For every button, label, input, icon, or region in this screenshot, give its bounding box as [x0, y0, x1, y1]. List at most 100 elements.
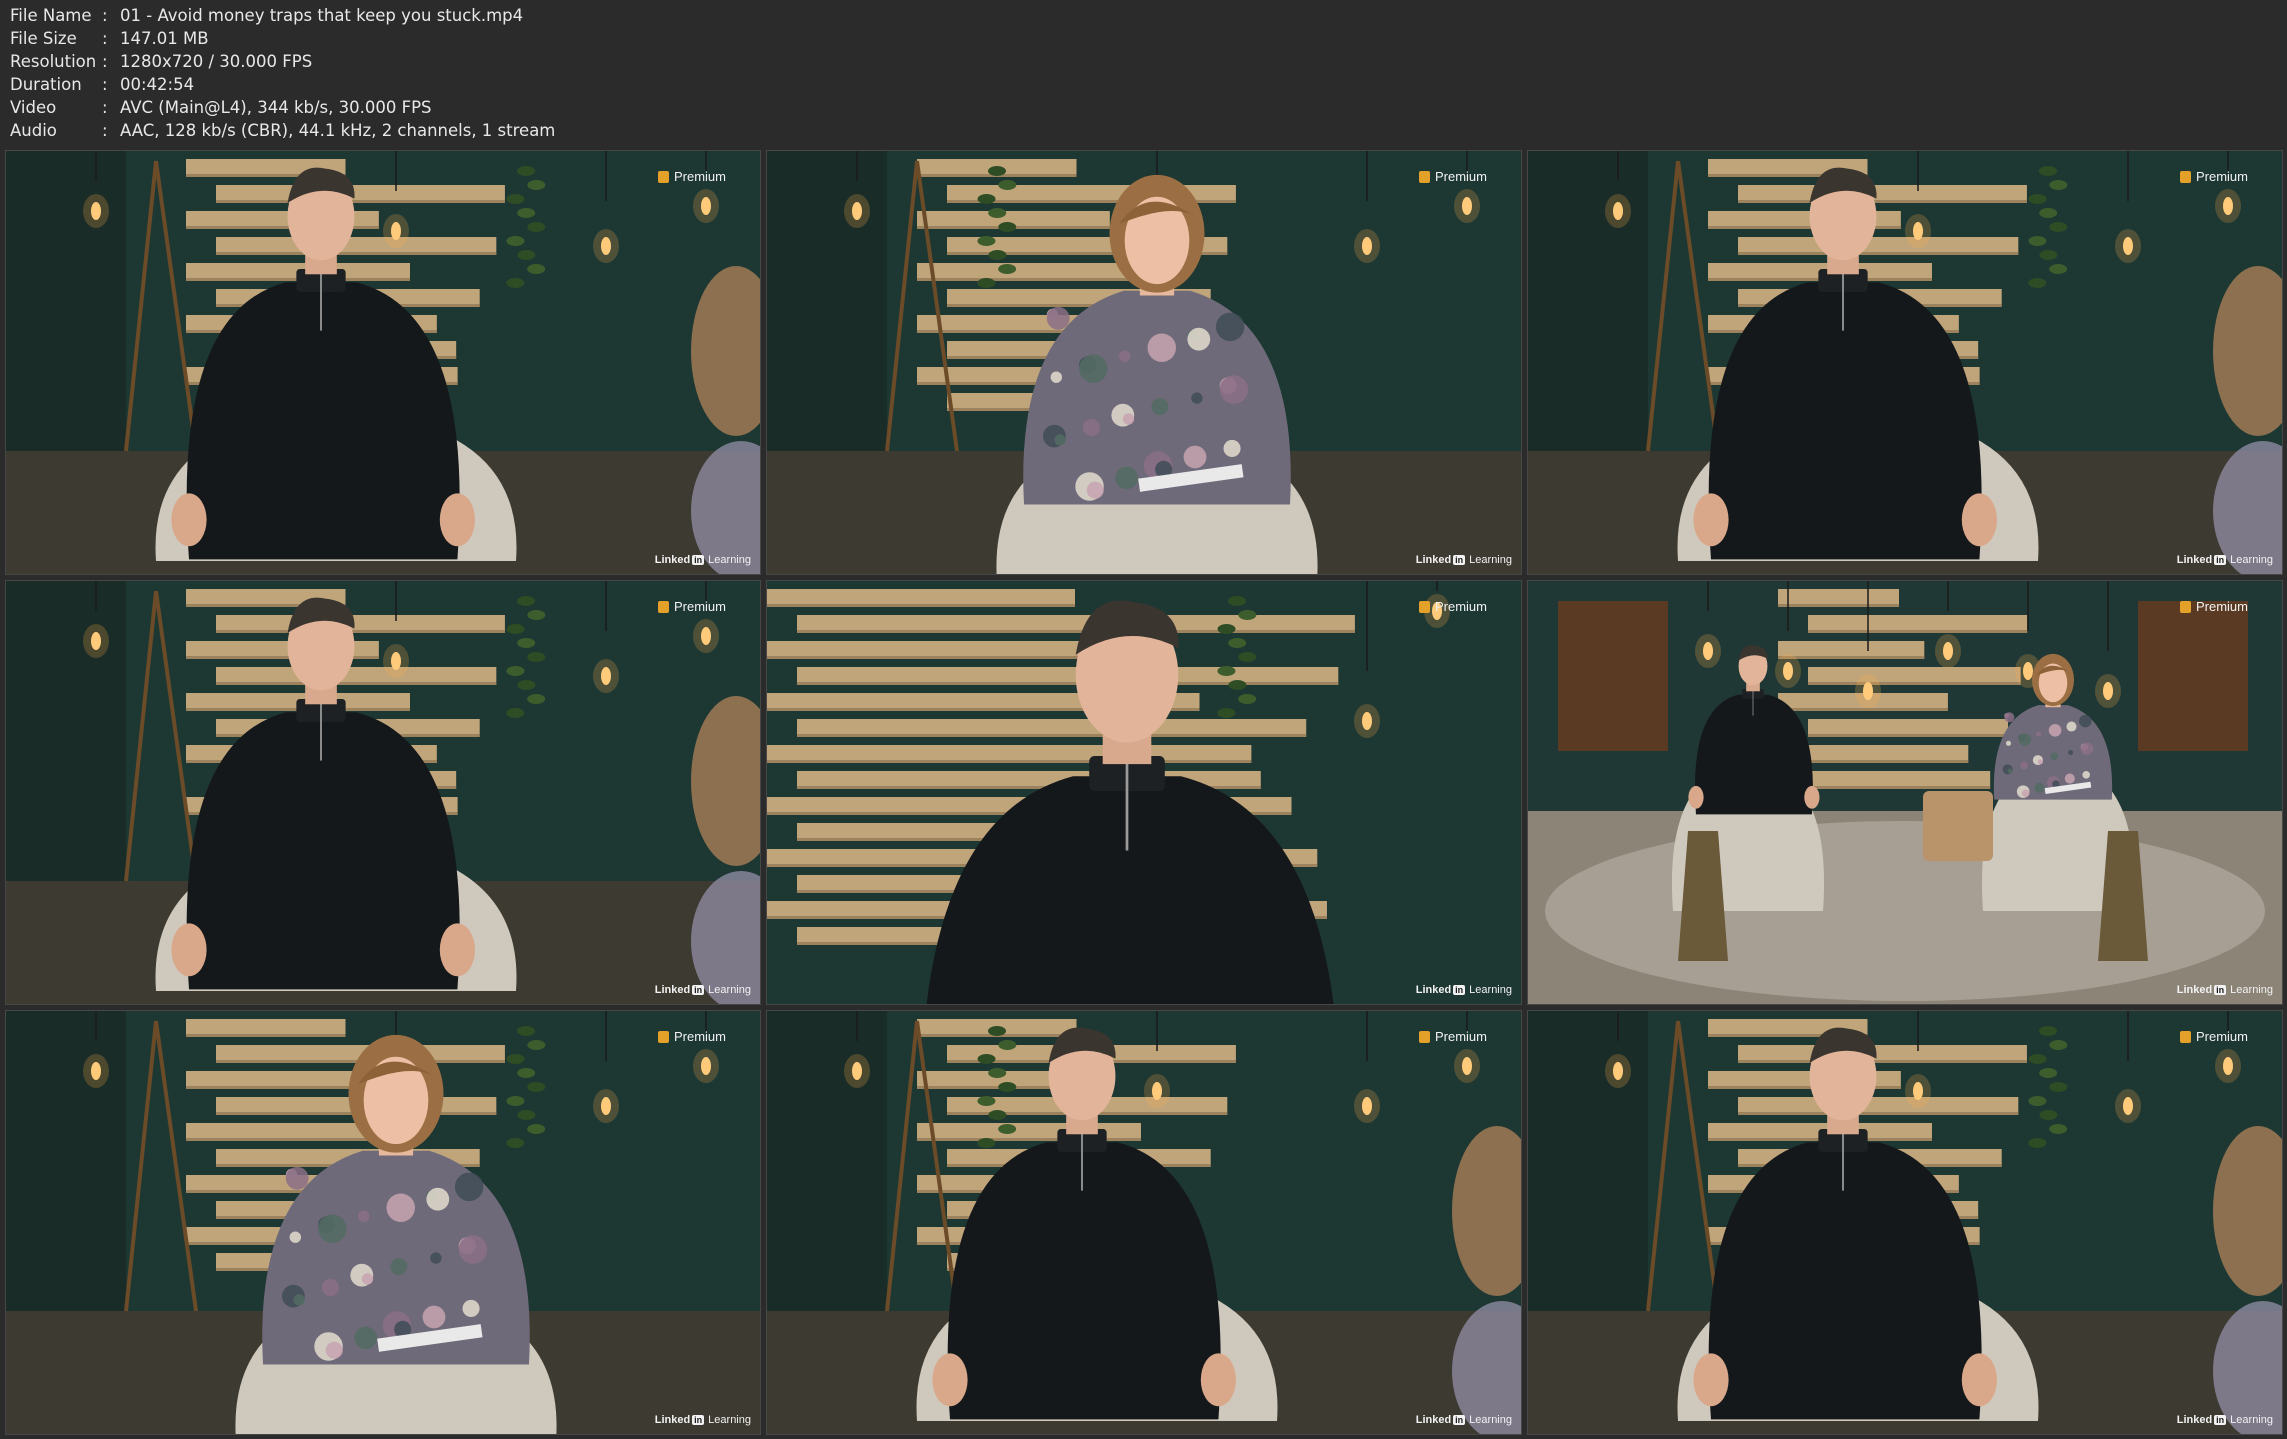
premium-badge-label: Premium: [1434, 1029, 1487, 1044]
premium-badge-label: Premium: [2195, 1029, 2248, 1044]
linkedin-logo-icon: in: [692, 555, 705, 565]
video-frame-thumbnail: Premium Linked in Learning: [1527, 580, 2283, 1005]
info-row-file-name: File Name : 01 - Avoid money traps that …: [10, 4, 910, 27]
info-separator: :: [102, 6, 108, 25]
info-row-file-size: File Size : 147.01 MB: [10, 27, 910, 50]
premium-badge: Premium: [1418, 599, 1487, 614]
info-label: File Name: [10, 6, 92, 25]
frame-image-wide-two-shot: [1528, 581, 2282, 1004]
frame-image-woman-medium-shot: [767, 151, 1521, 574]
brand-word-linked: Linked: [654, 554, 691, 566]
info-value: AAC, 128 kb/s (CBR), 44.1 kHz, 2 channel…: [120, 121, 556, 140]
info-value: 01 - Avoid money traps that keep you stu…: [120, 6, 524, 25]
premium-badge-label: Premium: [673, 169, 726, 184]
premium-badge: Premium: [1418, 169, 1487, 184]
brand-word-linked: Linked: [1415, 554, 1452, 566]
info-value: 1280x720 / 30.000 FPS: [120, 52, 313, 71]
linkedin-logo-icon: in: [1453, 985, 1466, 995]
frame-image-man-medium-shot: [6, 151, 760, 574]
premium-badge: Premium: [1418, 1029, 1487, 1044]
brand-word-learning: Learning: [708, 984, 751, 996]
frame-image-man-medium-shot: [767, 1011, 1521, 1434]
info-row-video: Video : AVC (Main@L4), 344 kb/s, 30.000 …: [10, 96, 910, 119]
premium-icon: [657, 170, 669, 183]
premium-icon: [2179, 600, 2191, 613]
linkedin-logo-icon: in: [1453, 1415, 1466, 1425]
premium-badge-label: Premium: [673, 1029, 726, 1044]
linkedin-learning-watermark: Linked in Learning: [2177, 554, 2273, 566]
linkedin-learning-watermark: Linked in Learning: [2177, 1414, 2273, 1426]
brand-word-learning: Learning: [2230, 984, 2273, 996]
info-value: 147.01 MB: [120, 29, 209, 48]
brand-word-learning: Learning: [1469, 1414, 1512, 1426]
linkedin-learning-watermark: Linked in Learning: [1416, 984, 1512, 996]
linkedin-logo-icon: in: [1453, 555, 1466, 565]
info-separator: :: [102, 52, 108, 71]
premium-icon: [657, 600, 669, 613]
linkedin-learning-watermark: Linked in Learning: [655, 554, 751, 566]
info-separator: :: [102, 75, 108, 94]
video-frame-thumbnail: Premium Linked in Learning: [766, 1010, 1522, 1435]
brand-word-linked: Linked: [2176, 984, 2213, 996]
info-label: Resolution: [10, 52, 97, 71]
file-info-panel: File Name : 01 - Avoid money traps that …: [10, 4, 910, 146]
brand-word-linked: Linked: [2176, 1414, 2213, 1426]
premium-badge-label: Premium: [2195, 599, 2248, 614]
video-frame-thumbnail: Premium Linked in Learning: [5, 150, 761, 575]
info-separator: :: [102, 98, 108, 117]
thumbnail-grid: Premium Linked in Learning Premium Linked in Le…: [5, 150, 2283, 1435]
video-frame-thumbnail: Premium Linked in Learning: [1527, 1010, 2283, 1435]
info-row-duration: Duration : 00:42:54: [10, 73, 910, 96]
video-frame-thumbnail: Premium Linked in Learning: [5, 1010, 761, 1435]
frame-image-man-medium-shot: [1528, 1011, 2282, 1434]
premium-badge-label: Premium: [2195, 169, 2248, 184]
frame-image-man-medium-shot: [6, 581, 760, 1004]
premium-icon: [1418, 170, 1430, 183]
premium-badge: Premium: [657, 169, 726, 184]
video-frame-thumbnail: Premium Linked in Learning: [1527, 150, 2283, 575]
info-label: Duration: [10, 75, 82, 94]
brand-word-learning: Learning: [708, 554, 751, 566]
premium-badge-label: Premium: [673, 599, 726, 614]
premium-badge: Premium: [657, 599, 726, 614]
premium-icon: [2179, 170, 2191, 183]
linkedin-logo-icon: in: [692, 985, 705, 995]
linkedin-logo-icon: in: [2214, 1415, 2227, 1425]
linkedin-learning-watermark: Linked in Learning: [1416, 554, 1512, 566]
premium-badge: Premium: [2179, 169, 2248, 184]
brand-word-learning: Learning: [2230, 1414, 2273, 1426]
linkedin-learning-watermark: Linked in Learning: [2177, 984, 2273, 996]
brand-word-learning: Learning: [2230, 554, 2273, 566]
premium-badge: Premium: [2179, 599, 2248, 614]
video-frame-thumbnail: Premium Linked in Learning: [766, 150, 1522, 575]
brand-word-linked: Linked: [2176, 554, 2213, 566]
info-value: 00:42:54: [120, 75, 195, 94]
premium-icon: [2179, 1030, 2191, 1043]
info-separator: :: [102, 29, 108, 48]
info-label: Video: [10, 98, 57, 117]
premium-icon: [657, 1030, 669, 1043]
info-label: File Size: [10, 29, 77, 48]
video-frame-thumbnail: Premium Linked in Learning: [766, 580, 1522, 1005]
linkedin-logo-icon: in: [692, 1415, 705, 1425]
brand-word-linked: Linked: [1415, 1414, 1452, 1426]
brand-word-linked: Linked: [1415, 984, 1452, 996]
premium-badge: Premium: [657, 1029, 726, 1044]
info-value: AVC (Main@L4), 344 kb/s, 30.000 FPS: [120, 98, 432, 117]
premium-badge-label: Premium: [1434, 169, 1487, 184]
video-frame-thumbnail: Premium Linked in Learning: [5, 580, 761, 1005]
brand-word-linked: Linked: [654, 984, 691, 996]
frame-image-woman-medium-shot: [6, 1011, 760, 1434]
brand-word-learning: Learning: [708, 1414, 751, 1426]
linkedin-learning-watermark: Linked in Learning: [655, 1414, 751, 1426]
frame-image-man-closeup: [767, 581, 1521, 1004]
info-row-resolution: Resolution : 1280x720 / 30.000 FPS: [10, 50, 910, 73]
premium-icon: [1418, 1030, 1430, 1043]
linkedin-logo-icon: in: [2214, 985, 2227, 995]
frame-image-man-medium-shot: [1528, 151, 2282, 574]
linkedin-logo-icon: in: [2214, 555, 2227, 565]
linkedin-learning-watermark: Linked in Learning: [1416, 1414, 1512, 1426]
premium-icon: [1418, 600, 1430, 613]
premium-badge: Premium: [2179, 1029, 2248, 1044]
premium-badge-label: Premium: [1434, 599, 1487, 614]
